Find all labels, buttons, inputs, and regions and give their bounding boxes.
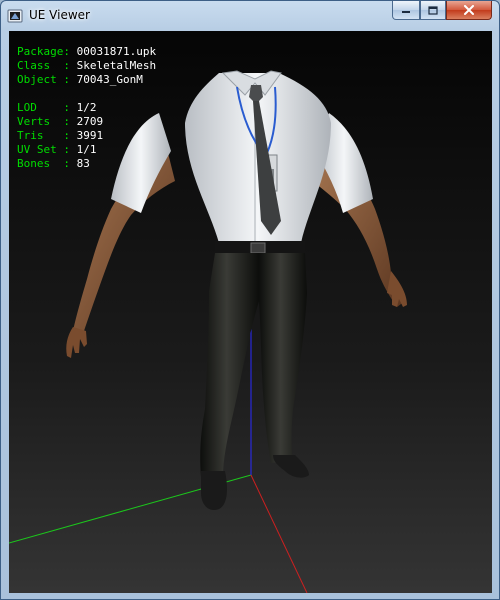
class-value: SkeletalMesh [76,59,157,72]
ue-viewer-app-icon[interactable] [7,8,23,24]
3d-viewport[interactable]: Package: 00031871.upk Class : SkeletalMe… [9,31,492,593]
maximize-button[interactable] [420,1,446,20]
minimize-button[interactable] [392,1,420,20]
object-label: Object [17,73,64,86]
lod-sep: : [63,101,77,114]
verts-label: Verts [17,115,64,128]
axis-x-line [250,474,308,593]
info-row-object: Object : 70043_GonM [17,73,156,87]
uvset-label: UV Set [17,143,64,156]
bones-value: 83 [76,157,90,170]
info-row-bones: Bones : 83 [17,157,156,171]
uvset-value: 1/1 [76,143,97,156]
minimize-icon [402,11,410,13]
object-sep: : [63,73,77,86]
title-bar[interactable]: UE Viewer [1,1,499,31]
window-title: UE Viewer [29,8,90,22]
info-row-package: Package: 00031871.upk [17,45,156,59]
info-row-tris: Tris : 3991 [17,129,156,143]
info-row-verts: Verts : 2709 [17,115,156,129]
close-icon [464,5,474,15]
info-row-lod: LOD : 1/2 [17,101,156,115]
tris-sep: : [63,129,77,142]
lod-label: LOD [17,101,64,114]
object-value: 70043_GonM [76,73,143,86]
info-row-class: Class : SkeletalMesh [17,59,156,73]
info-row-uvset: UV Set : 1/1 [17,143,156,157]
package-value: 00031871.upk [76,45,157,58]
class-label: Class [17,59,64,72]
verts-sep: : [63,115,77,128]
uvset-sep: : [63,143,77,156]
bones-sep: : [63,157,77,170]
package-sep: : [63,45,77,58]
ue-viewer-window: UE Viewer Package: 00031871.upk Class: … [0,0,500,600]
close-button[interactable] [446,1,492,20]
lod-value: 1/2 [76,101,97,114]
package-label: Package [17,45,64,58]
bones-label: Bones [17,157,64,170]
tris-value: 3991 [76,129,104,142]
maximize-icon [428,5,438,15]
verts-value: 2709 [76,115,104,128]
class-sep: : [63,59,77,72]
tris-label: Tris [17,129,64,142]
mesh-info-overlay: Package: 00031871.upk Class : SkeletalMe… [17,45,156,171]
